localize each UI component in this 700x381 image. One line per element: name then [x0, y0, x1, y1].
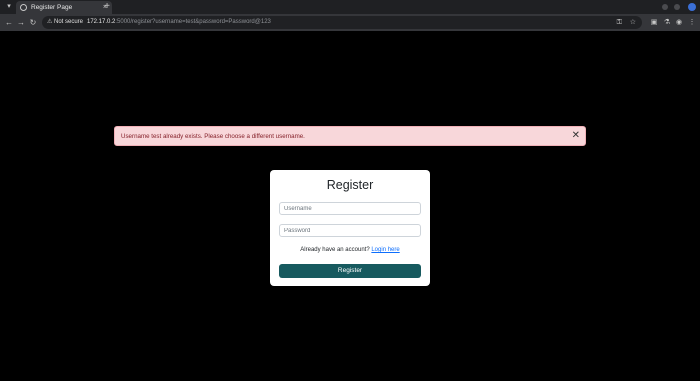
username-input[interactable]	[279, 202, 421, 215]
url-path: :5000/register?username=test&password=Pa…	[115, 19, 271, 25]
browser-toolbar: ← → ↻ ⚠ Not secure 172.17.0.2:5000/regis…	[0, 14, 700, 31]
url-text[interactable]: 172.17.0.2:5000/register?username=test&p…	[87, 16, 271, 29]
key-icon[interactable]: ⚿	[617, 16, 622, 29]
menu-icon[interactable]: ⋮	[686, 14, 698, 31]
profile-icon[interactable]: ◉	[673, 14, 685, 31]
address-bar[interactable]: ⚠ Not secure 172.17.0.2:5000/register?us…	[42, 16, 642, 29]
star-icon[interactable]: ☆	[630, 16, 636, 29]
url-host: 172.17.0.2	[87, 19, 116, 25]
login-prompt-text: Already have an account?	[300, 247, 370, 253]
register-card: Register Already have an account? Login …	[270, 170, 430, 286]
minimize-icon[interactable]	[662, 4, 668, 10]
warning-icon[interactable]: ⚠	[47, 16, 52, 29]
forward-icon[interactable]: →	[15, 14, 27, 31]
register-button[interactable]: Register	[279, 264, 421, 278]
tab-search-icon[interactable]: ▾	[4, 2, 14, 12]
tab-register-page[interactable]: Register Page ×	[16, 1, 112, 14]
login-prompt: Already have an account? Login here	[270, 246, 430, 255]
login-link[interactable]: Login here	[371, 247, 399, 253]
error-alert: Username test already exists. Please cho…	[114, 126, 586, 146]
password-input[interactable]	[279, 224, 421, 237]
close-window-icon[interactable]	[688, 3, 696, 11]
globe-icon	[20, 4, 27, 11]
not-secure-label[interactable]: Not secure	[54, 16, 83, 29]
close-icon[interactable]: ✕	[572, 127, 580, 145]
extensions-icon[interactable]: ▣	[648, 14, 660, 31]
tab-strip: ▾ Register Page × +	[0, 0, 700, 14]
lab-icon[interactable]: ⚗	[661, 14, 673, 31]
back-icon[interactable]: ←	[3, 14, 15, 31]
page-content: Username test already exists. Please cho…	[0, 31, 700, 381]
maximize-icon[interactable]	[674, 4, 680, 10]
reload-icon[interactable]: ↻	[27, 14, 39, 31]
alert-message: Username test already exists. Please cho…	[121, 133, 305, 140]
tab-title: Register Page	[31, 4, 73, 11]
page-title: Register	[326, 178, 374, 192]
new-tab-button[interactable]: +	[101, 1, 113, 13]
